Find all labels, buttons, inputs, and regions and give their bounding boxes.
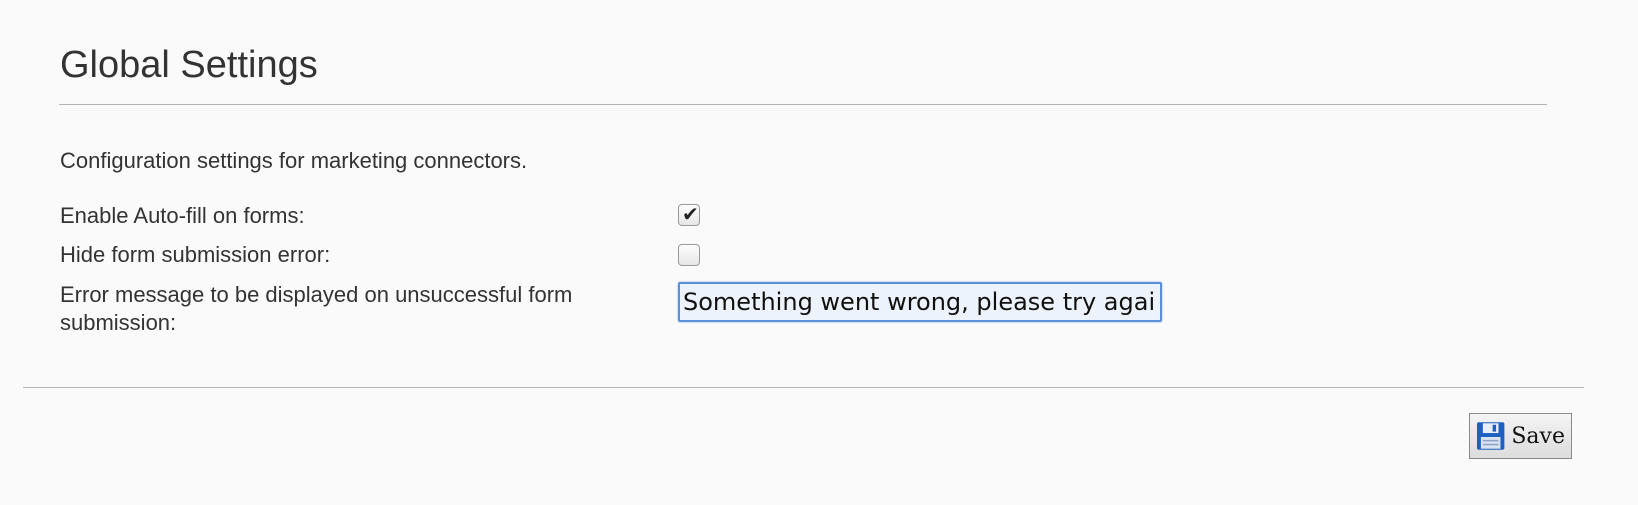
checkmark-icon: ✔ <box>682 202 699 226</box>
hide-error-label: Hide form submission error: <box>60 242 331 267</box>
hide-error-checkbox[interactable] <box>678 244 700 266</box>
save-button-label: Save <box>1511 423 1565 449</box>
page-description: Configuration settings for marketing con… <box>60 148 528 173</box>
save-button[interactable]: Save <box>1469 413 1572 459</box>
error-message-label: Error message to be displayed on unsucce… <box>60 282 573 335</box>
autofill-checkbox[interactable]: ✔ <box>678 202 700 226</box>
footer-divider <box>23 387 1584 388</box>
autofill-label: Enable Auto-fill on forms: <box>60 203 305 228</box>
error-message-input[interactable] <box>678 282 1162 322</box>
title-divider <box>59 104 1547 105</box>
floppy-disk-icon <box>1476 422 1505 450</box>
page-title: Global Settings <box>60 44 318 86</box>
